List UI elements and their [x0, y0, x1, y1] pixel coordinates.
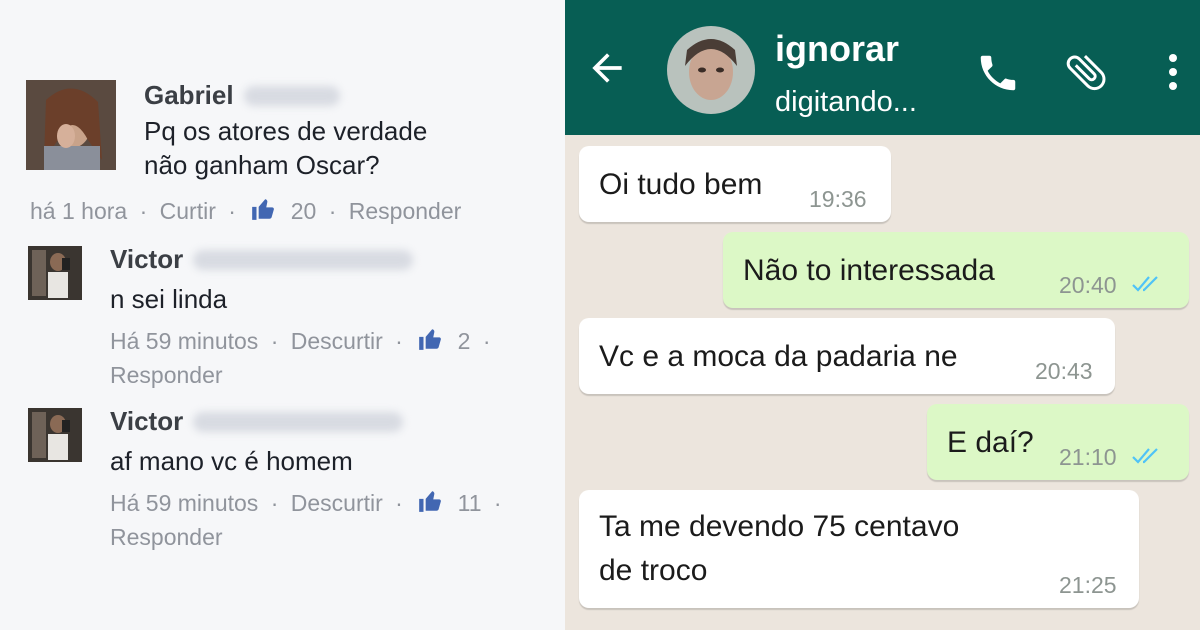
- like-count[interactable]: 11: [458, 486, 482, 520]
- more-vert-icon[interactable]: [1163, 50, 1183, 94]
- whatsapp-chat-panel: ignorar digitando... Oi tudo bem 19:36 N…: [565, 0, 1200, 630]
- reply-link[interactable]: Responder: [110, 520, 223, 554]
- like-link[interactable]: Curtir: [160, 194, 216, 228]
- comment-victor-1: Victor n sei linda Há 59 minutos · Descu…: [28, 244, 548, 388]
- blurred-surname: [243, 85, 340, 106]
- phone-icon[interactable]: [975, 50, 1021, 96]
- message-time: 20:40: [1059, 272, 1117, 298]
- message-text: E daí?: [947, 426, 1034, 459]
- unlike-link[interactable]: Descurtir: [291, 486, 383, 520]
- comment-meta-wrap: Responder: [110, 356, 223, 392]
- thumbs-up-icon[interactable]: [417, 488, 443, 514]
- avatar[interactable]: [26, 80, 116, 170]
- message-time: 19:36: [809, 186, 867, 212]
- like-count[interactable]: 2: [458, 324, 471, 358]
- chat-header: ignorar digitando...: [565, 0, 1200, 135]
- unlike-link[interactable]: Descurtir: [291, 324, 383, 358]
- blurred-surname: [193, 249, 414, 270]
- separator: ·: [270, 489, 279, 516]
- separator: ·: [493, 489, 502, 516]
- double-check-icon: [1131, 446, 1161, 466]
- contact-name[interactable]: ignorar: [775, 28, 899, 70]
- comment-meta: há 1 hora · Curtir · 20 · Responder: [30, 192, 461, 228]
- message-time: 20:43: [1035, 358, 1093, 384]
- message-time: 21:10: [1059, 444, 1117, 470]
- message-bubble-incoming[interactable]: Oi tudo bem 19:36: [579, 146, 891, 222]
- comment-gabriel: Gabriel Pq os atores de verdade não ganh…: [26, 80, 546, 230]
- separator: ·: [328, 197, 337, 224]
- message-text: Não to interessada: [743, 254, 995, 287]
- comment-meta: Há 59 minutos · Descurtir · 11 ·: [110, 484, 508, 520]
- comment-timestamp[interactable]: Há 59 minutos: [110, 486, 258, 520]
- message-text: de troco: [599, 554, 708, 587]
- comment-timestamp[interactable]: Há 59 minutos: [110, 324, 258, 358]
- avatar[interactable]: [28, 408, 82, 462]
- message-text: Vc e a moca da padaria ne: [599, 340, 958, 373]
- message-text: Oi tudo bem: [599, 168, 763, 201]
- comment-text-line: Pq os atores de verdade: [144, 116, 428, 146]
- thumbs-up-icon[interactable]: [417, 326, 443, 352]
- double-check-icon: [1131, 274, 1161, 294]
- comment-author-name[interactable]: Victor: [110, 406, 183, 437]
- message-bubble-outgoing[interactable]: E daí? 21:10: [927, 404, 1189, 480]
- like-count[interactable]: 20: [291, 194, 317, 228]
- reply-link[interactable]: Responder: [110, 358, 223, 392]
- comment-meta-wrap: Responder: [110, 518, 223, 554]
- separator: ·: [228, 197, 236, 224]
- separator: ·: [139, 197, 148, 224]
- message-time: 21:25: [1059, 572, 1117, 598]
- comment-author-name[interactable]: Gabriel: [144, 80, 234, 111]
- comment-meta: Há 59 minutos · Descurtir · 2 ·: [110, 322, 496, 358]
- separator: ·: [270, 327, 279, 354]
- separator: ·: [395, 327, 403, 354]
- separator: ·: [395, 489, 403, 516]
- message-bubble-incoming[interactable]: Ta me devendo 75 centavo de troco 21:25: [579, 490, 1139, 608]
- comment-author-row: Gabriel: [144, 80, 340, 111]
- separator: ·: [482, 327, 491, 354]
- comment-text-line: af mano vc é homem: [110, 446, 353, 476]
- comment-text-line: n sei linda: [110, 284, 228, 314]
- comment-author-row: Victor: [110, 406, 404, 437]
- contact-avatar[interactable]: [667, 26, 755, 114]
- comment-victor-2: Victor af mano vc é homem Há 59 minutos …: [28, 406, 548, 558]
- message-text: Ta me devendo 75 centavo: [599, 510, 960, 543]
- back-arrow-icon[interactable]: [585, 46, 629, 90]
- reply-link[interactable]: Responder: [349, 194, 462, 228]
- comment-author-name[interactable]: Victor: [110, 244, 183, 275]
- comment-author-row: Victor: [110, 244, 414, 275]
- typing-status: digitando...: [775, 86, 917, 118]
- facebook-comments-panel: Gabriel Pq os atores de verdade não ganh…: [0, 0, 565, 630]
- paperclip-icon[interactable]: [1062, 48, 1110, 96]
- message-bubble-outgoing[interactable]: Não to interessada 20:40: [723, 232, 1189, 308]
- thumbs-up-icon[interactable]: [250, 196, 276, 222]
- blurred-surname: [193, 411, 404, 432]
- message-bubble-incoming[interactable]: Vc e a moca da padaria ne 20:43: [579, 318, 1115, 394]
- comment-timestamp[interactable]: há 1 hora: [30, 194, 127, 228]
- comment-text-line: não ganham Oscar?: [144, 150, 380, 180]
- avatar[interactable]: [28, 246, 82, 300]
